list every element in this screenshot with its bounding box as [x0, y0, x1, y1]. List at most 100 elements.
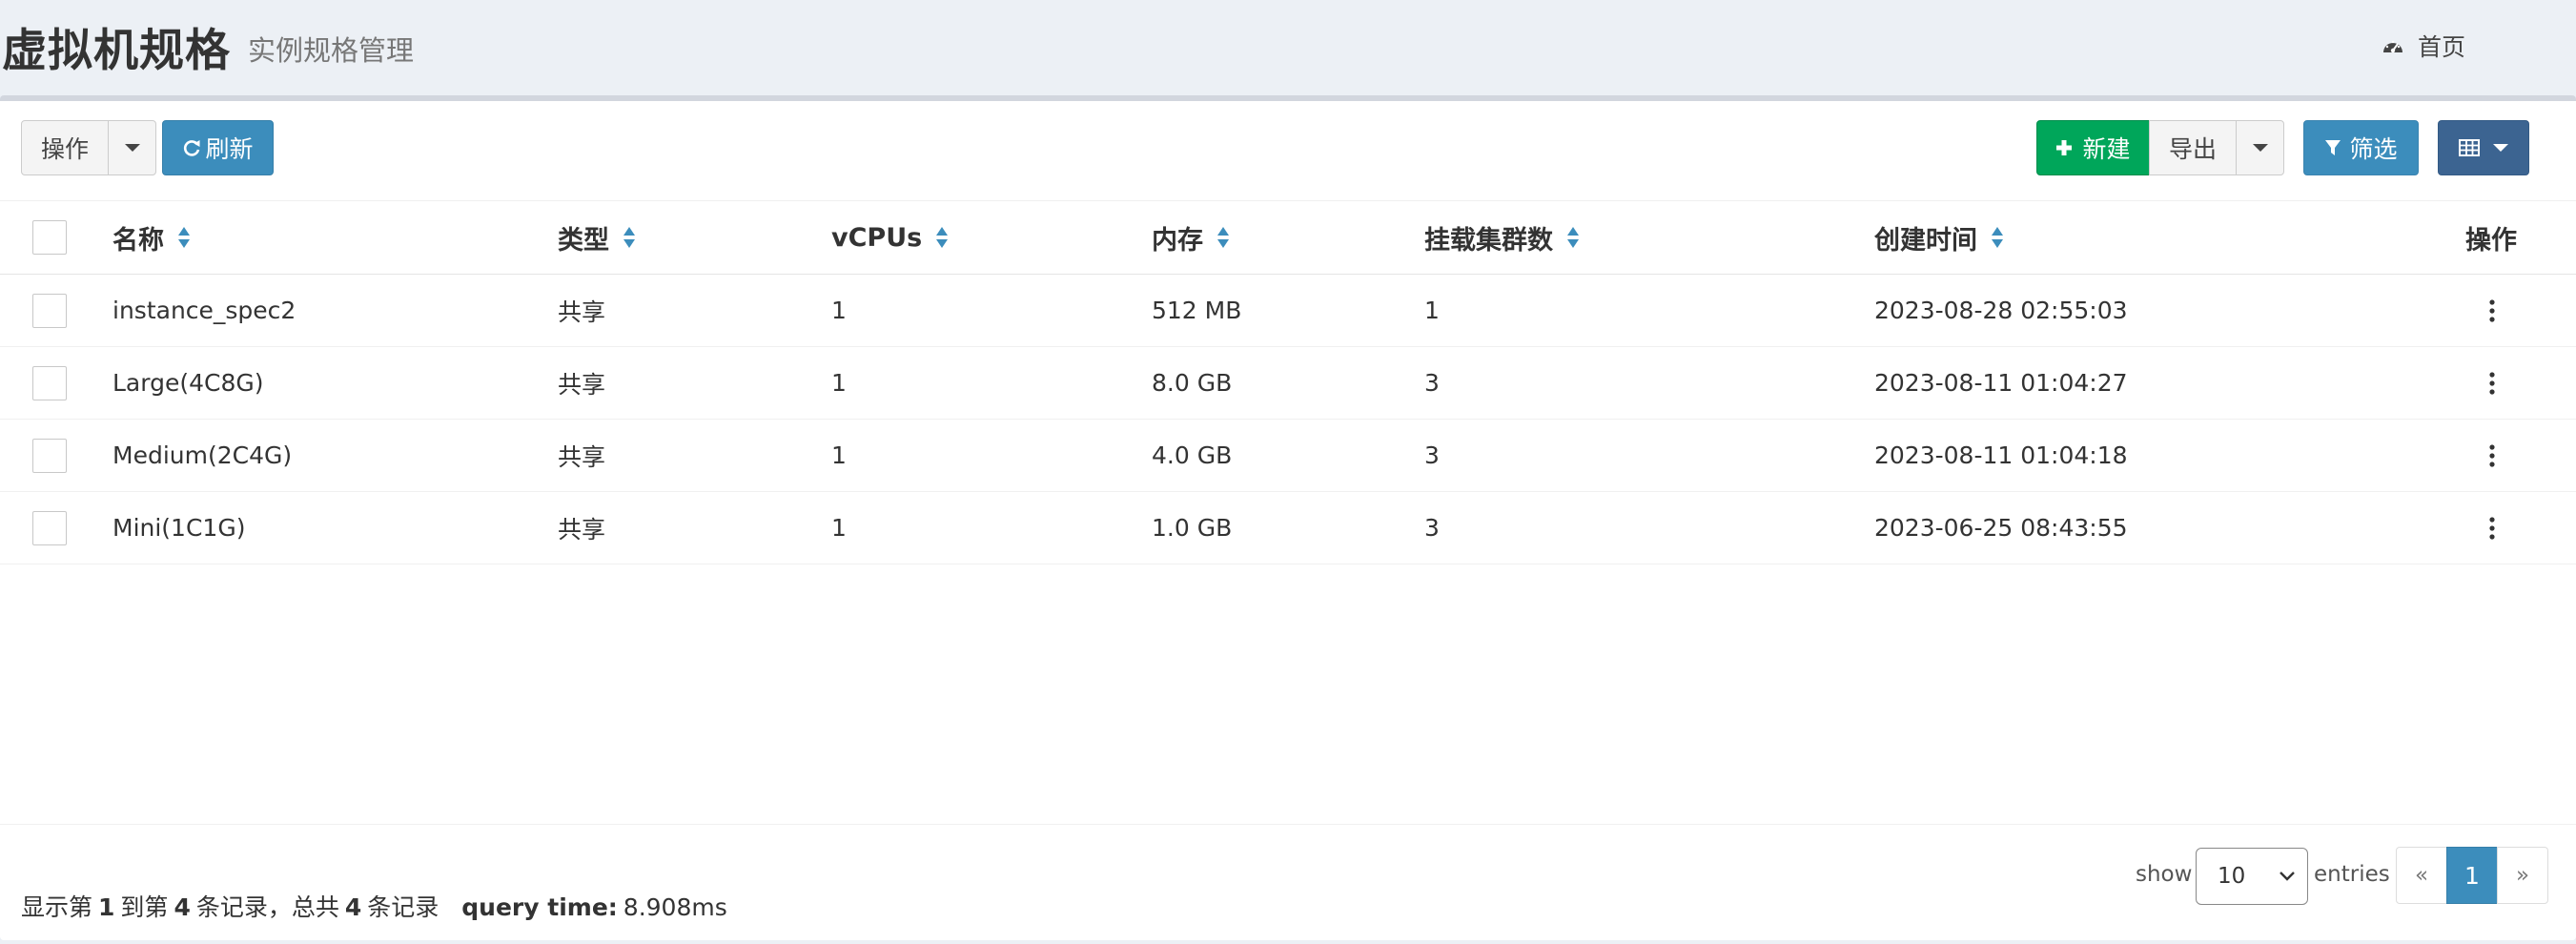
export-button[interactable]: 导出 [2149, 120, 2237, 175]
filter-button[interactable]: 筛选 [2303, 120, 2419, 175]
column-header-label: 内存 [1152, 225, 1203, 256]
row-actions-button[interactable] [2464, 492, 2521, 564]
new-button[interactable]: 新建 [2036, 120, 2150, 175]
table-row[interactable]: Mini(1C1G) 共享 1 1.0 GB 3 2023-06-25 08:4… [0, 492, 2576, 564]
ellipsis-vertical-icon [2489, 371, 2495, 395]
table-columns-icon [2459, 139, 2480, 156]
column-header-label: 操作 [2465, 225, 2517, 256]
row-actions-button[interactable] [2464, 275, 2521, 346]
content-header: 虚拟机规格 实例规格管理 首页 [0, 0, 2576, 95]
column-header-label: 挂载集群数 [1424, 225, 1553, 256]
row-actions-button[interactable] [2464, 347, 2521, 419]
breadcrumb-home[interactable]: 首页 [2382, 29, 2465, 63]
ellipsis-vertical-icon [2489, 298, 2495, 322]
cell-vcpus: 1 [831, 369, 847, 397]
column-header-created[interactable]: 创建时间 [1874, 201, 2004, 274]
cell-created: 2023-08-11 01:04:27 [1874, 369, 2128, 397]
table-row[interactable]: Medium(2C4G) 共享 1 4.0 GB 3 2023-08-11 01… [0, 420, 2576, 492]
chevron-down-icon [2493, 144, 2508, 152]
column-header-label: 名称 [112, 225, 164, 256]
summary-to: 4 [174, 893, 191, 921]
summary-total: 4 [344, 893, 362, 921]
row-checkbox[interactable] [32, 365, 67, 400]
row-select-cell [32, 420, 67, 491]
query-time-value: 8.908ms [623, 893, 727, 921]
column-header-vcpus[interactable]: vCPUs [831, 201, 949, 274]
column-header-memory[interactable]: 内存 [1152, 201, 1230, 274]
ellipsis-vertical-icon [2489, 516, 2495, 540]
row-checkbox[interactable] [32, 510, 67, 545]
column-header-label: 创建时间 [1874, 225, 1977, 256]
table-row[interactable]: Large(4C8G) 共享 1 8.0 GB 3 2023-08-11 01:… [0, 347, 2576, 420]
column-header-type[interactable]: 类型 [558, 201, 636, 274]
cell-vcpus: 1 [831, 297, 847, 324]
cell-created: 2023-06-25 08:43:55 [1874, 514, 2128, 542]
column-header-name[interactable]: 名称 [112, 201, 191, 274]
summary-mid2: 条记录，总共 [195, 893, 339, 921]
column-header-actions: 操作 [2465, 201, 2517, 274]
cell-memory: 8.0 GB [1152, 369, 1233, 397]
cell-type: 共享 [558, 298, 606, 326]
page-size-select[interactable]: 10 [2196, 848, 2308, 905]
column-header-clusters[interactable]: 挂载集群数 [1424, 201, 1580, 274]
select-all-checkbox[interactable] [32, 220, 67, 255]
select-all-cell [32, 201, 67, 274]
refresh-label: 刷新 [205, 135, 254, 163]
summary-prefix: 显示第 [21, 893, 93, 921]
sort-icon [178, 227, 190, 248]
new-label: 新建 [2082, 135, 2131, 163]
columns-toggle-button[interactable] [2438, 120, 2529, 175]
plus-icon [2055, 139, 2073, 156]
row-actions-button[interactable] [2464, 420, 2521, 491]
cell-clusters: 1 [1424, 297, 1440, 324]
cell-type: 共享 [558, 442, 606, 471]
cell-memory: 512 MB [1152, 297, 1242, 324]
spec-table: 名称 类型 vCPUs 内存 挂载集群数 创建时间 操作 instance_sp… [0, 200, 2576, 564]
cell-vcpus: 1 [831, 514, 847, 542]
summary-from: 1 [98, 893, 115, 921]
cell-memory: 1.0 GB [1152, 514, 1233, 542]
sort-icon [624, 227, 635, 248]
pagination-summary: 显示第 1 到第 4 条记录，总共 4 条记录 query time: 8.908… [21, 889, 727, 923]
cell-type: 共享 [558, 370, 606, 399]
column-header-label: vCPUs [831, 222, 923, 253]
refresh-button[interactable]: 刷新 [162, 120, 274, 175]
refresh-icon [182, 138, 201, 157]
chevron-down-icon [2280, 872, 2295, 881]
actions-label: 操作 [40, 135, 89, 163]
export-dropdown-toggle[interactable] [2236, 120, 2284, 175]
breadcrumb-home-label: 首页 [2417, 33, 2465, 61]
cell-clusters: 3 [1424, 441, 1440, 469]
actions-dropdown-toggle[interactable] [108, 120, 156, 175]
cell-clusters: 3 [1424, 369, 1440, 397]
row-checkbox[interactable] [32, 438, 67, 473]
filter-label: 筛选 [2349, 135, 2398, 163]
row-checkbox[interactable] [32, 293, 67, 328]
ellipsis-vertical-icon [2489, 443, 2495, 467]
filter-icon [2324, 139, 2341, 156]
table-row[interactable]: instance_spec2 共享 1 512 MB 1 2023-08-28 … [0, 275, 2576, 347]
query-time-label: query time: [461, 893, 618, 921]
main-box: 操作 刷新 新建 导出 筛选 名称 类型 vCPUs 内存 挂载集群数 创建时间… [0, 95, 2576, 940]
column-header-label: 类型 [558, 225, 609, 256]
actions-dropdown-button[interactable]: 操作 [21, 120, 109, 175]
cell-name: Medium(2C4G) [112, 441, 293, 469]
export-label: 导出 [2168, 135, 2217, 163]
sort-icon [1567, 227, 1579, 248]
cell-created: 2023-08-28 02:55:03 [1874, 297, 2128, 324]
cell-type: 共享 [558, 515, 606, 544]
next-page-button[interactable]: » [2497, 847, 2548, 904]
page-button-1[interactable]: 1 [2446, 847, 2498, 904]
summary-suffix: 条记录 [367, 893, 440, 921]
query-time: query time: 8.908ms [461, 893, 726, 921]
sort-icon [1217, 227, 1229, 248]
cell-created: 2023-08-11 01:04:18 [1874, 441, 2128, 469]
table-header-row: 名称 类型 vCPUs 内存 挂载集群数 创建时间 操作 [0, 200, 2576, 275]
cell-name: instance_spec2 [112, 297, 296, 324]
entries-label: entries [2314, 862, 2390, 887]
show-label: show [2136, 862, 2193, 887]
footer-divider [0, 824, 2576, 825]
prev-page-button[interactable]: « [2396, 847, 2447, 904]
sort-icon [936, 227, 949, 248]
cell-memory: 4.0 GB [1152, 441, 1233, 469]
